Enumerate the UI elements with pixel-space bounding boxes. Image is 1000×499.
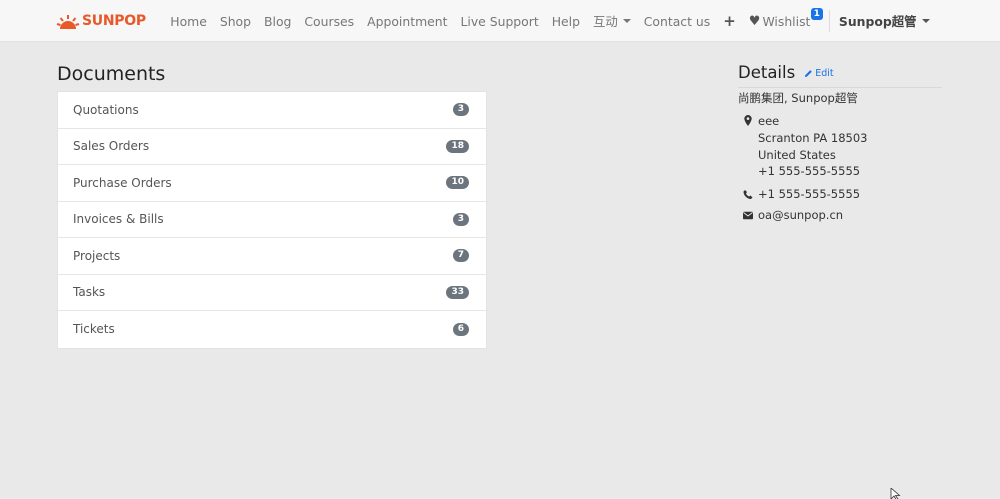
- address-block: eee Scranton PA 18503 United States +1 5…: [758, 113, 867, 180]
- email-row: oa@sunpop.cn: [738, 208, 942, 222]
- nav-courses[interactable]: Courses: [298, 14, 361, 29]
- nav-contact-us[interactable]: Contact us: [637, 14, 716, 29]
- list-item-label: Purchase Orders: [73, 175, 172, 190]
- list-item-label: Tickets: [73, 322, 115, 337]
- phone-icon: [738, 187, 758, 201]
- nav-divider: [828, 10, 830, 32]
- chevron-down-icon: [622, 19, 631, 23]
- edit-label: Edit: [815, 68, 834, 79]
- nav-appointment[interactable]: Appointment: [361, 14, 454, 29]
- count-badge: 10: [446, 176, 469, 190]
- logo-text: SUNPOP: [82, 13, 146, 29]
- address-line-2: Scranton PA 18503: [758, 130, 868, 145]
- map-marker-icon: [738, 113, 758, 180]
- chevron-down-icon: [921, 19, 930, 23]
- list-item-sales-orders[interactable]: Sales Orders 18: [58, 129, 486, 165]
- sunpop-logo[interactable]: SUNPOP: [56, 11, 146, 31]
- nav-blog[interactable]: Blog: [258, 14, 298, 29]
- phone-number: +1 555-555-5555: [758, 187, 861, 202]
- count-badge: 7: [452, 249, 469, 263]
- wishlist-label: Wishlist: [762, 13, 811, 29]
- nav-interact-dropdown[interactable]: 互动: [586, 12, 637, 30]
- details-title: Details: [738, 63, 796, 82]
- main-nav: Home Shop Blog Courses Appointment Live …: [164, 0, 936, 42]
- list-item-label: Quotations: [73, 102, 139, 117]
- phone-row: +1 555-555-5555: [738, 187, 942, 201]
- count-badge: 6: [452, 322, 469, 336]
- list-item-label: Sales Orders: [73, 139, 150, 154]
- address-country: United States: [758, 147, 836, 162]
- top-navbar: SUNPOP Home Shop Blog Courses Appointmen…: [0, 0, 1000, 42]
- list-item-label: Projects: [73, 248, 121, 263]
- sun-logo-icon: [56, 15, 80, 29]
- count-badge: 3: [452, 212, 469, 226]
- nav-home[interactable]: Home: [164, 14, 214, 29]
- count-badge: 18: [446, 139, 469, 153]
- list-item-label: Invoices & Bills: [73, 212, 164, 227]
- documents-list: Quotations 3 Sales Orders 18 Purchase Or…: [57, 91, 487, 349]
- list-item-purchase-orders[interactable]: Purchase Orders 10: [58, 165, 486, 202]
- nav-wishlist[interactable]: ♥ Wishlist 1: [742, 7, 823, 29]
- user-name: Sunpop超管: [838, 14, 917, 29]
- address-line-1: eee: [758, 114, 780, 128]
- nav-help[interactable]: Help: [545, 14, 586, 29]
- list-item-invoices-bills[interactable]: Invoices & Bills 3: [58, 202, 486, 238]
- edit-details-link[interactable]: Edit: [804, 68, 834, 79]
- list-item-quotations[interactable]: Quotations 3: [58, 92, 486, 129]
- details-panel: Details Edit 尚鹏集团, Sunpop超管 eee Scranton…: [738, 63, 942, 222]
- count-badge: 3: [452, 103, 469, 117]
- user-menu[interactable]: Sunpop超管: [836, 12, 936, 30]
- mouse-cursor-icon: [890, 488, 901, 499]
- count-badge: 33: [446, 285, 469, 299]
- nav-interact-label: 互动: [592, 14, 618, 29]
- envelope-icon: [738, 208, 758, 222]
- address-row: eee Scranton PA 18503 United States +1 5…: [738, 113, 942, 180]
- email-address[interactable]: oa@sunpop.cn: [758, 208, 843, 222]
- nav-live-support[interactable]: Live Support: [454, 14, 545, 29]
- plus-icon[interactable]: +: [717, 12, 743, 30]
- heart-icon: ♥: [748, 13, 761, 29]
- documents-title: Documents: [57, 63, 166, 85]
- list-item-tickets[interactable]: Tickets 6: [58, 311, 486, 348]
- nav-shop[interactable]: Shop: [213, 14, 257, 29]
- list-item-label: Tasks: [73, 285, 106, 300]
- pencil-icon: [805, 70, 813, 78]
- list-item-projects[interactable]: Projects 7: [58, 238, 486, 275]
- wishlist-count-badge: 1: [810, 7, 823, 20]
- details-header: Details Edit: [738, 63, 942, 88]
- company-name: 尚鹏集团, Sunpop超管: [738, 91, 858, 105]
- address-phone: +1 555-555-5555: [758, 164, 861, 179]
- list-item-tasks[interactable]: Tasks 33: [58, 275, 486, 311]
